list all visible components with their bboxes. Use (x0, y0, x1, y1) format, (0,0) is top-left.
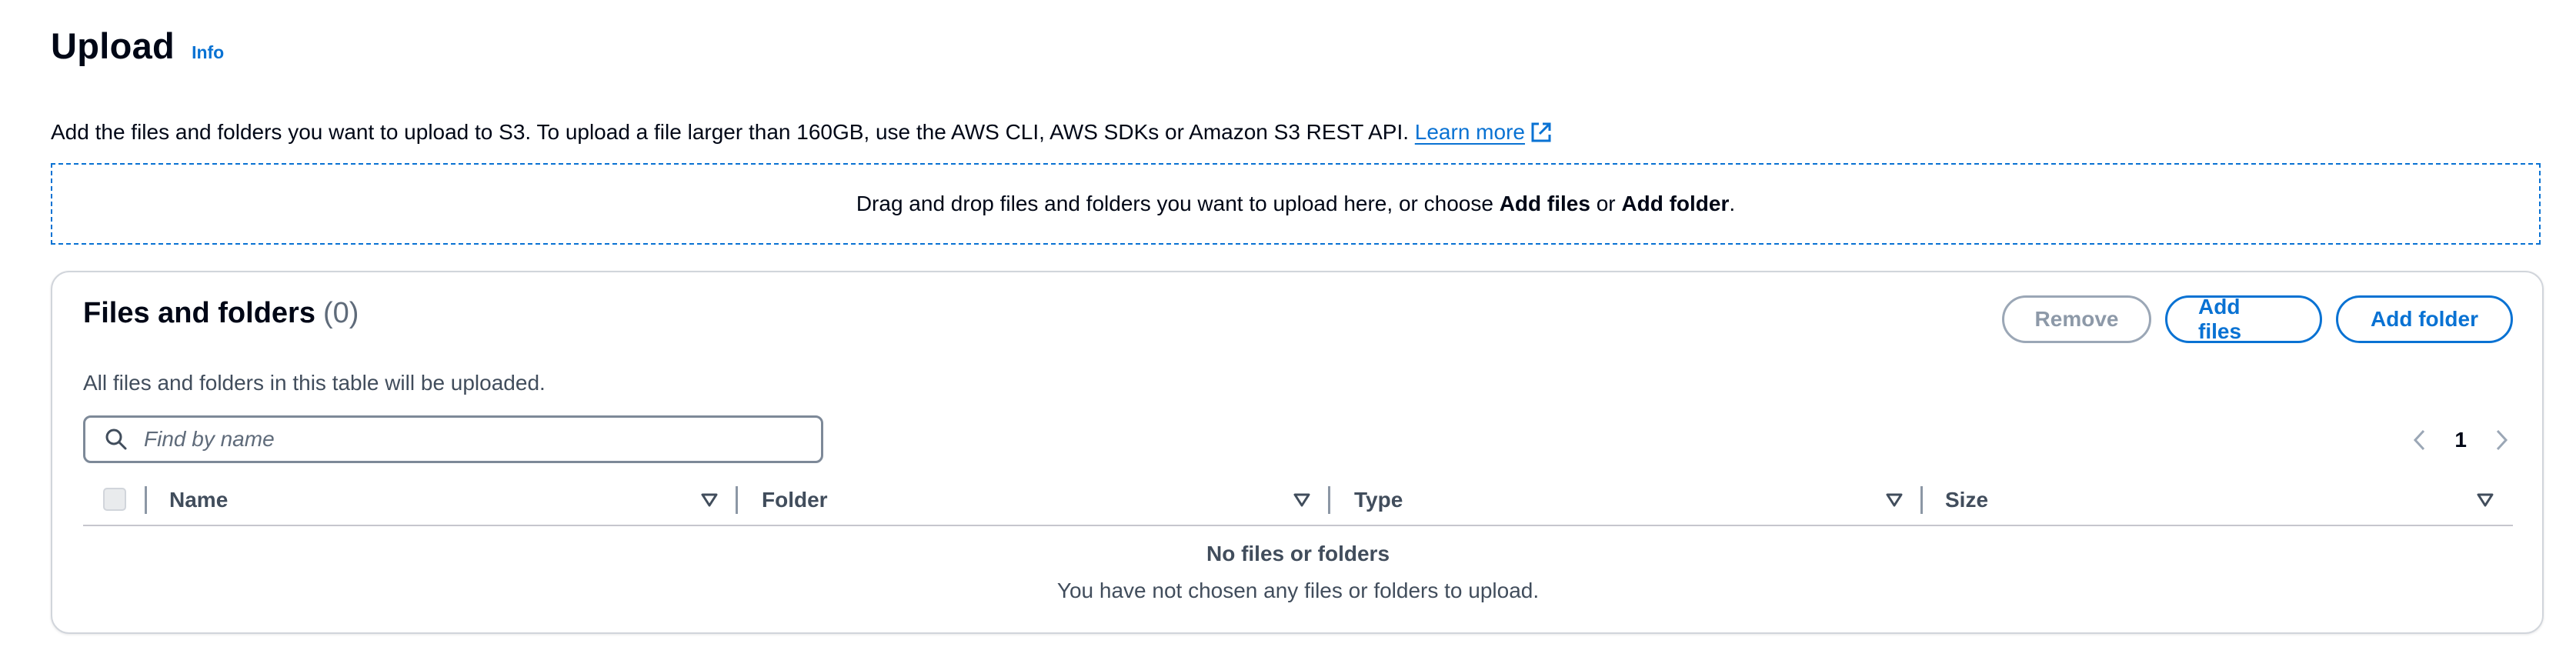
pagination: 1 (2408, 423, 2513, 457)
page-title: Upload (51, 25, 175, 66)
panel-title-text: Files and folders (83, 297, 315, 329)
upload-page: Upload Info Add the files and folders yo… (51, 25, 2544, 634)
description-text: Add the files and folders you want to up… (51, 120, 1409, 144)
panel-content: Files and folders (0) All files and folde… (83, 272, 2513, 632)
column-divider[interactable] (1328, 486, 1330, 514)
files-and-folders-panel: Files and folders (0) All files and folde… (51, 271, 2544, 634)
file-count: (0) (322, 297, 359, 329)
panel-actions: Remove Add files Add folder (2002, 295, 2513, 343)
dropzone-period: . (1729, 192, 1736, 215)
current-page[interactable]: 1 (2454, 428, 2467, 452)
column-header-folder[interactable]: Folder (762, 488, 828, 512)
empty-state-title: No files or folders (1206, 542, 1390, 565)
column-divider[interactable] (736, 486, 738, 514)
select-all-checkbox[interactable] (103, 488, 126, 511)
learn-more-link[interactable]: Learn more (1415, 120, 1525, 144)
remove-button[interactable]: Remove (2002, 295, 2151, 343)
dropzone-text: Drag and drop files and folders you want… (856, 192, 1493, 215)
column-header-size[interactable]: Size (1945, 488, 1988, 512)
external-link-icon[interactable] (1530, 121, 1553, 152)
sort-folder-icon[interactable] (1291, 489, 1313, 511)
learn-more-label: Learn more (1414, 120, 1525, 144)
info-link[interactable]: Info (192, 42, 224, 63)
column-divider[interactable] (1920, 486, 1923, 514)
column-header-name[interactable]: Name (169, 488, 228, 512)
panel-subtitle: All files and folders in this table will… (83, 371, 546, 395)
panel-title: Files and folders (0) (83, 297, 359, 330)
page-header: Upload Info (51, 25, 2544, 74)
drop-zone[interactable]: Drag and drop files and folders you want… (51, 163, 2541, 245)
dropzone-add-folder: Add folder (1621, 192, 1730, 215)
column-header-type[interactable]: Type (1354, 488, 1403, 512)
add-folder-button[interactable]: Add folder (2336, 295, 2513, 343)
add-files-button[interactable]: Add files (2165, 295, 2322, 343)
dropzone-or: or (1596, 192, 1616, 215)
search-field[interactable] (83, 415, 823, 463)
chevron-right-icon[interactable] (2490, 425, 2513, 455)
column-divider[interactable] (145, 486, 147, 514)
table-header: Name Folder Type Size (83, 479, 2513, 526)
search-input[interactable] (142, 426, 776, 452)
sort-name-icon[interactable] (699, 489, 720, 511)
sort-type-icon[interactable] (1884, 489, 1905, 511)
search-icon (104, 427, 128, 452)
dropzone-add-files: Add files (1499, 192, 1590, 215)
page-description: Add the files and folders you want to up… (51, 117, 2544, 152)
chevron-left-icon[interactable] (2408, 425, 2431, 455)
empty-state-message: You have not chosen any files or folders… (1056, 579, 1540, 602)
sort-size-icon[interactable] (2474, 489, 2496, 511)
